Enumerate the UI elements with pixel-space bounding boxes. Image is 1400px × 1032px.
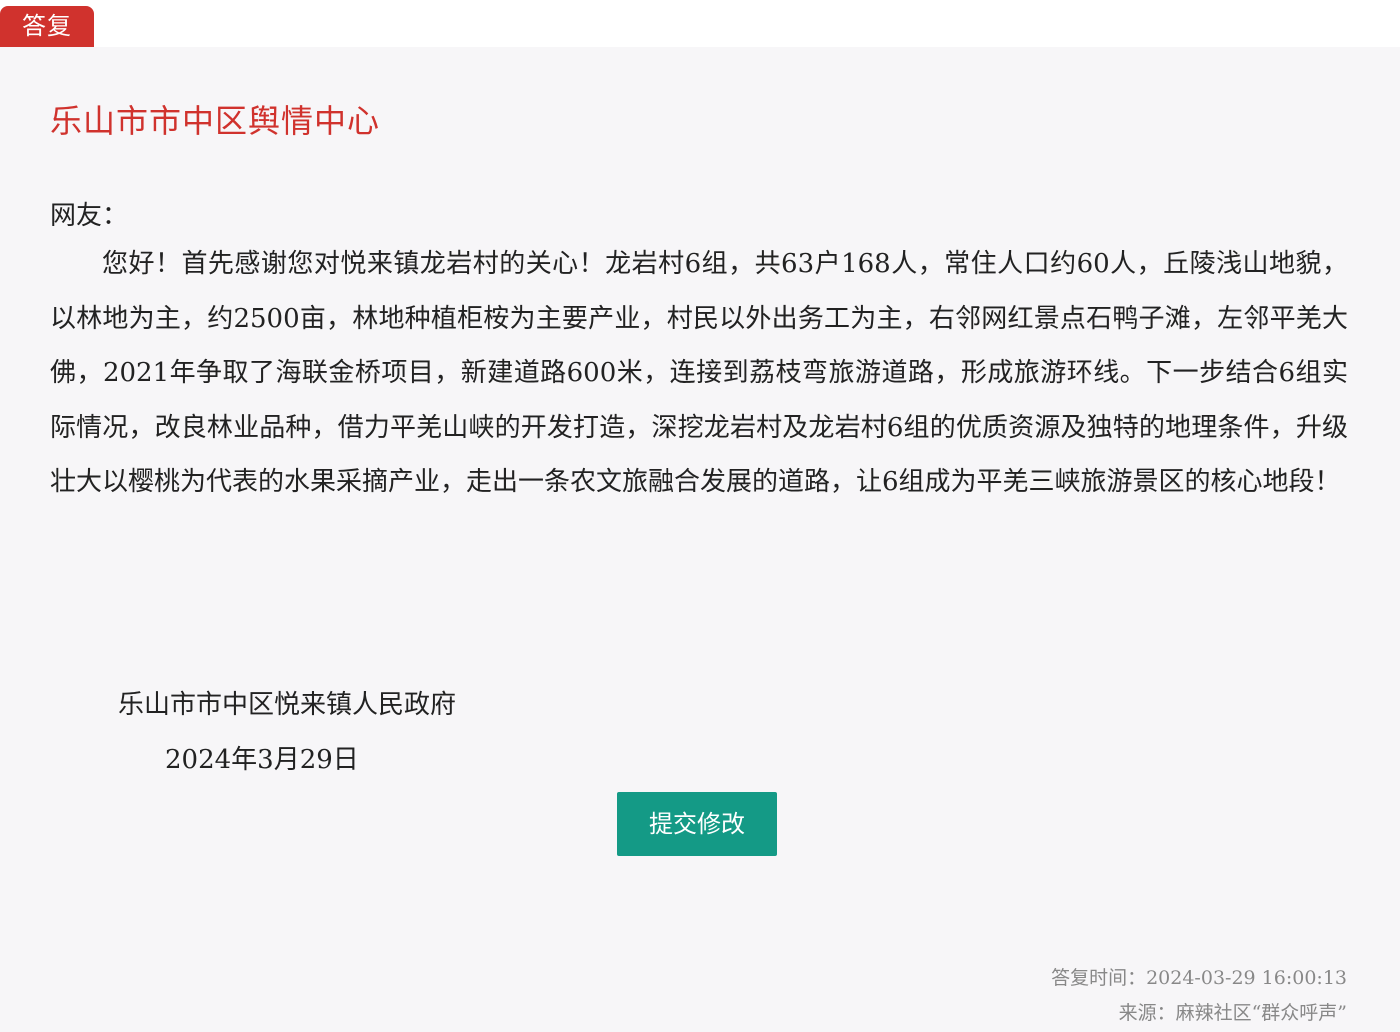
sign-date: 2024年3月29日 xyxy=(165,745,359,775)
reply-body: 您好！首先感谢您对悦来镇龙岩村的关心！龙岩村6组，共63户168人，常住人口约6… xyxy=(50,249,1348,498)
signer-name: 乐山市市中区悦来镇人民政府 xyxy=(118,690,457,720)
submit-edit-button[interactable]: 提交修改 xyxy=(617,792,777,856)
replier-title: 乐山市市中区舆情中心 xyxy=(50,102,381,140)
reply-source: 来源：麻辣社区“群众呼声” xyxy=(1118,1002,1347,1024)
reply-panel: 乐山市市中区舆情中心 网友： 您好！首先感谢您对悦来镇龙岩村的关心！龙岩村6组，… xyxy=(0,47,1400,1032)
reply-time: 答复时间：2024-03-29 16:00:13 xyxy=(1051,967,1347,989)
reply-tab[interactable]: 答复 xyxy=(0,6,94,47)
greeting: 网友： xyxy=(50,201,129,231)
